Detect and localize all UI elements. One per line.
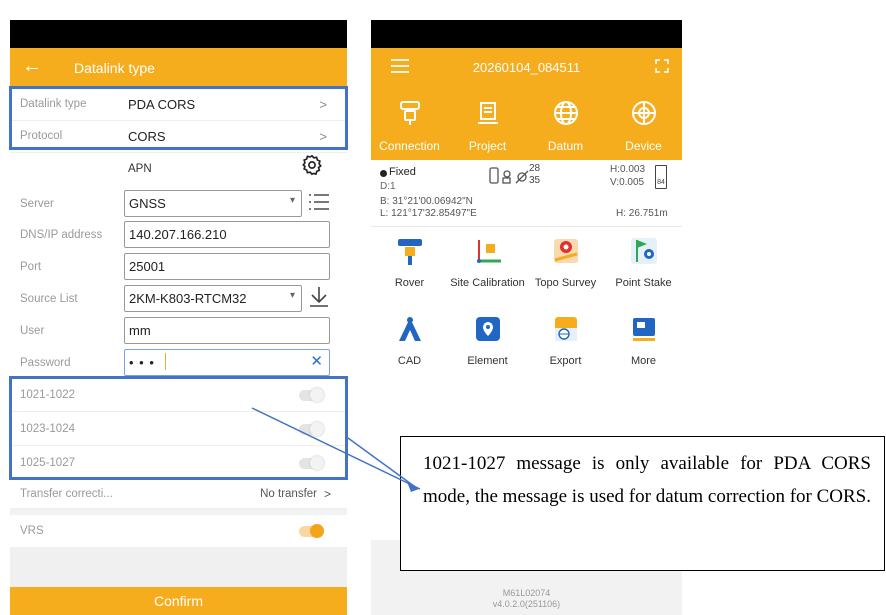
- annotation-arrow: [251, 407, 421, 492]
